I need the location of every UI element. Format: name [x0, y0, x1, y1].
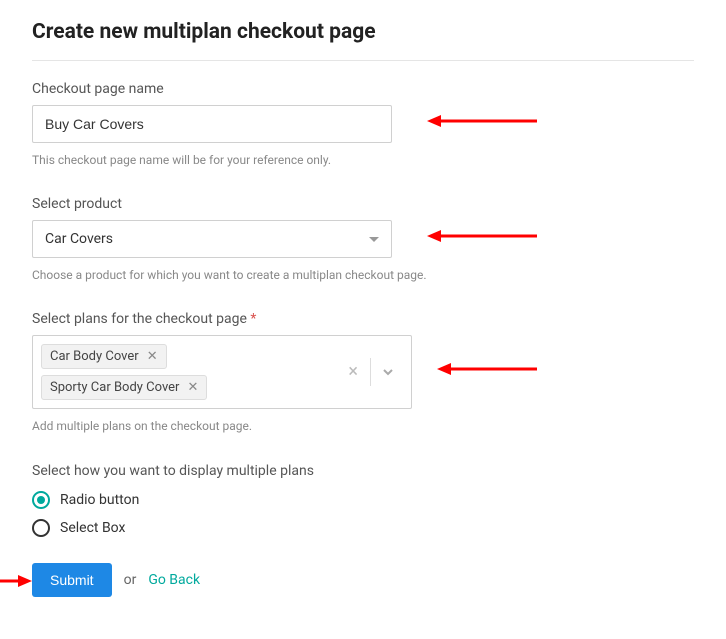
radio-label: Select Box — [60, 520, 125, 536]
close-icon[interactable]: ✕ — [147, 350, 158, 363]
multiselect-tags-container: Car Body Cover ✕ Sporty Car Body Cover ✕ — [33, 336, 340, 408]
tag-item: Sporty Car Body Cover ✕ — [41, 375, 207, 400]
annotation-arrow — [427, 111, 537, 131]
radio-group: Radio button Select Box — [32, 491, 694, 537]
vertical-divider — [370, 358, 371, 386]
clear-all-icon[interactable]: × — [340, 363, 366, 381]
tag-label: Car Body Cover — [50, 349, 139, 364]
tag-item: Car Body Cover ✕ — [41, 344, 167, 369]
checkout-name-label: Checkout page name — [32, 81, 694, 97]
chevron-down-icon[interactable] — [375, 365, 401, 379]
annotation-arrow — [0, 571, 32, 591]
field-checkout-name: Checkout page name This checkout page na… — [32, 81, 694, 170]
select-product-value: Car Covers — [45, 231, 369, 247]
go-back-link[interactable]: Go Back — [148, 572, 200, 588]
checkout-name-input[interactable] — [32, 105, 392, 143]
or-text: or — [124, 572, 137, 588]
select-product-dropdown[interactable]: Car Covers — [32, 220, 392, 258]
field-select-product: Select product Car Covers Choose a produ… — [32, 196, 694, 285]
annotation-arrow — [437, 359, 537, 379]
radio-option-radio-button[interactable]: Radio button — [32, 491, 694, 509]
chevron-down-icon — [369, 237, 379, 242]
divider — [32, 60, 694, 61]
select-plans-multiselect[interactable]: Car Body Cover ✕ Sporty Car Body Cover ✕… — [32, 335, 412, 409]
submit-button[interactable]: Submit — [32, 563, 112, 597]
tag-label: Sporty Car Body Cover — [50, 380, 179, 395]
radio-label: Radio button — [60, 492, 139, 508]
select-plans-label-text: Select plans for the checkout page — [32, 311, 247, 327]
field-display-type: Select how you want to display multiple … — [32, 463, 694, 537]
field-select-plans: Select plans for the checkout page * Car… — [32, 311, 694, 436]
select-plans-label: Select plans for the checkout page * — [32, 311, 694, 327]
select-plans-help: Add multiple plans on the checkout page. — [32, 417, 432, 436]
close-icon[interactable]: ✕ — [187, 381, 198, 394]
select-product-label: Select product — [32, 196, 694, 212]
select-product-help: Choose a product for which you want to c… — [32, 266, 432, 285]
checkout-name-help: This checkout page name will be for your… — [32, 151, 432, 170]
radio-option-select-box[interactable]: Select Box — [32, 519, 694, 537]
required-mark: * — [250, 311, 256, 327]
annotation-arrow — [427, 226, 537, 246]
multiselect-controls: × — [340, 336, 411, 408]
form-actions: Submit or Go Back — [32, 563, 694, 597]
radio-icon — [32, 491, 50, 509]
page-title: Create new multiplan checkout page — [32, 20, 694, 44]
display-type-label: Select how you want to display multiple … — [32, 463, 694, 479]
radio-icon — [32, 519, 50, 537]
